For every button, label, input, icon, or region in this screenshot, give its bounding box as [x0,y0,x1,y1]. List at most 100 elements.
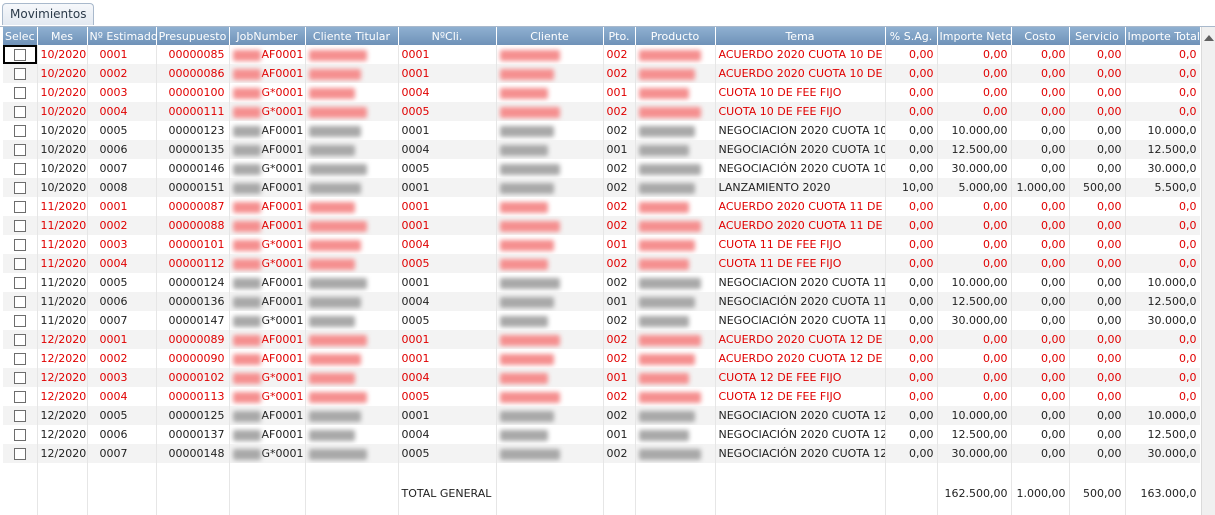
table-row[interactable]: 10/2020 0007 00000146 G*0001 0005 002 NEGOCIAC… [3,159,1200,178]
row-checkbox[interactable] [13,296,26,308]
table-row[interactable]: 12/2020 0007 00000148 G*0001 0005 002 NEGOCIAC… [3,444,1200,463]
cell-mes: 12/2020 [37,406,88,425]
select-cell[interactable] [3,140,38,159]
col-header-cliente[interactable]: Cliente [496,27,604,45]
tab-movimientos[interactable]: Movimientos [2,3,94,25]
col-header-importe-total[interactable]: Importe Total [1125,27,1200,45]
table-row[interactable]: 11/2020 0005 00000124 AF0001 0001 002 NEGOCIAC… [3,273,1200,292]
table-row[interactable]: 11/2020 0003 00000101 G*0001 0004 001 CUOTA 11… [3,235,1200,254]
select-cell[interactable] [3,178,38,197]
table-row[interactable]: 12/2020 0002 00000090 AF0001 0001 002 ACUERDO … [3,349,1200,368]
redacted-text [499,258,548,270]
table-row[interactable]: 11/2020 0007 00000147 G*0001 0005 002 NEGOCIAC… [3,311,1200,330]
row-checkbox[interactable] [13,258,26,270]
cell-pto: 001 [603,425,636,444]
row-checkbox[interactable] [13,334,26,346]
table-row[interactable]: 10/2020 0004 00000111 G*0001 0005 002 CUOTA 10… [3,102,1200,121]
select-cell[interactable] [3,387,38,406]
cell-sag: 0,00 [885,330,938,349]
row-checkbox[interactable] [13,87,26,99]
redacted-tit-cell [305,425,399,444]
redacted-text [499,296,554,308]
row-checkbox[interactable] [13,68,26,80]
col-header-importe-neto[interactable]: Importe Neto [937,27,1012,45]
row-checkbox[interactable] [13,429,26,441]
select-cell[interactable] [3,64,38,83]
row-checkbox[interactable] [13,49,26,61]
col-header-cliente-titular[interactable]: Cliente Titular [305,27,399,45]
row-checkbox[interactable] [13,372,26,384]
row-checkbox[interactable] [13,448,26,460]
row-checkbox[interactable] [13,163,26,175]
table-row[interactable]: 12/2020 0004 00000113 G*0001 0005 002 CUOTA 12… [3,387,1200,406]
table-row[interactable]: 11/2020 0001 00000087 AF0001 0001 002 ACUERDO … [3,197,1200,216]
select-cell[interactable] [3,45,38,64]
table-row[interactable]: 12/2020 0006 00000137 AF0001 0004 001 NEGOCIAC… [3,425,1200,444]
row-checkbox[interactable] [13,220,26,232]
select-cell[interactable] [3,368,38,387]
table-row[interactable]: 12/2020 0005 00000125 AF0001 0001 002 NEGOCIAC… [3,406,1200,425]
cell-neto: 12.500,00 [937,292,1012,311]
col-header-mes[interactable]: Mes [37,27,88,45]
col-header-costo[interactable]: Costo [1011,27,1070,45]
col-header-selec[interactable]: Selec [3,27,38,45]
col-header-presupuesto[interactable]: Presupuesto [156,27,230,45]
row-checkbox[interactable] [13,144,26,156]
row-checkbox[interactable] [13,315,26,327]
col-header-ncli[interactable]: NºCli. [398,27,497,45]
select-cell[interactable] [3,102,38,121]
table-row[interactable]: 10/2020 0002 00000086 AF0001 0001 002 ACUERDO … [3,64,1200,83]
col-header-tema[interactable]: Tema [715,27,886,45]
col-header-producto[interactable]: Producto [635,27,716,45]
select-cell[interactable] [3,121,38,140]
vertical-scrollbar[interactable] [1201,27,1215,515]
cell-ncli: 0001 [398,64,497,83]
select-cell[interactable] [3,273,38,292]
table-row[interactable]: 12/2020 0003 00000102 G*0001 0004 001 CUOTA 12… [3,368,1200,387]
row-checkbox[interactable] [13,391,26,403]
select-cell[interactable] [3,216,38,235]
col-header-estimado[interactable]: Nº Estimado [87,27,157,45]
scroll-up-icon[interactable] [1204,35,1214,41]
col-header-jobnumber[interactable]: JobNumber [229,27,306,45]
select-cell[interactable] [3,197,38,216]
table-row[interactable]: 12/2020 0001 00000089 AF0001 0001 002 ACUERDO … [3,330,1200,349]
table-row[interactable]: 10/2020 0005 00000123 AF0001 0001 002 NEGOCIAC… [3,121,1200,140]
select-cell[interactable] [3,425,38,444]
cell-pto: 002 [603,197,636,216]
redacted-cli-cell [496,254,604,273]
select-cell[interactable] [3,292,38,311]
select-cell[interactable] [3,349,38,368]
cell-neto: 0,00 [937,349,1012,368]
select-cell[interactable] [3,406,38,425]
table-row[interactable]: 11/2020 0004 00000112 G*0001 0005 002 CUOTA 11… [3,254,1200,273]
select-cell[interactable] [3,330,38,349]
select-cell[interactable] [3,83,38,102]
table-row[interactable]: 10/2020 0003 00000100 G*0001 0004 001 CUOTA 10… [3,83,1200,102]
row-checkbox[interactable] [13,277,26,289]
row-checkbox[interactable] [13,106,26,118]
select-cell[interactable] [3,235,38,254]
row-checkbox[interactable] [13,239,26,251]
col-header-sag[interactable]: % S.Ag. [885,27,938,45]
table-row[interactable]: 11/2020 0002 00000088 AF0001 0001 002 ACUERDO … [3,216,1200,235]
cell-pres: 00000086 [156,64,230,83]
cell-pto: 001 [603,140,636,159]
col-header-pto[interactable]: Pto. [603,27,636,45]
totals-row: TOTAL GENERAL 162.500,00 1.000,00 500,00 163… [3,482,1200,504]
table-row[interactable]: 10/2020 0008 00000151 AF0001 0001 002 LANZAMIE… [3,178,1200,197]
row-checkbox[interactable] [13,201,26,213]
table-row[interactable]: 10/2020 0001 00000085 AF0001 0001 002 ACUERDO … [3,45,1200,64]
row-checkbox[interactable] [13,410,26,422]
row-checkbox[interactable] [13,353,26,365]
row-checkbox[interactable] [13,125,26,137]
col-header-servicio[interactable]: Servicio [1069,27,1126,45]
table-row[interactable]: 11/2020 0006 00000136 AF0001 0004 001 NEGOCIAC… [3,292,1200,311]
table-row[interactable]: 10/2020 0006 00000135 AF0001 0004 001 NEGOCIAC… [3,140,1200,159]
select-cell[interactable] [3,159,38,178]
row-checkbox[interactable] [13,182,26,194]
select-cell[interactable] [3,311,38,330]
redacted-cli-cell [496,159,604,178]
select-cell[interactable] [3,254,38,273]
select-cell[interactable] [3,444,38,463]
